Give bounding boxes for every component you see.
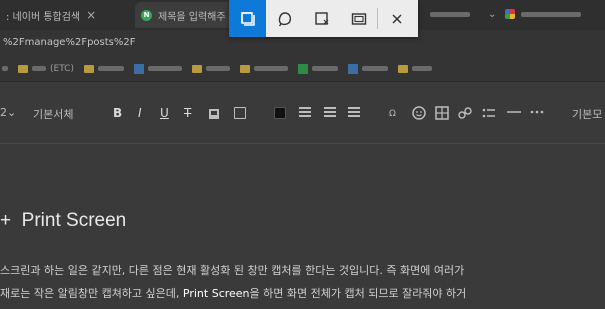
bookmark-blur	[205, 66, 230, 71]
bookmark-blur	[32, 66, 46, 71]
bookmark-item[interactable]	[347, 63, 388, 74]
special-chars-icon[interactable]: Ω	[389, 106, 403, 121]
editor-toolbar: 2⌄ 기본서체 B I U T Ω 기본모	[0, 97, 605, 131]
rectangle-snip-icon	[240, 11, 255, 26]
close-snip-button[interactable]	[378, 0, 415, 37]
font-size-value: 2	[0, 106, 7, 119]
folder-icon	[191, 64, 202, 73]
bookmark-blur	[147, 66, 182, 71]
section-heading: + Print Screen	[0, 210, 126, 232]
link-icon[interactable]	[458, 106, 472, 123]
blurred-tab-title	[430, 11, 470, 17]
tab-title: : 네이버 통합검색	[6, 11, 81, 23]
bookmark-blur	[97, 66, 124, 71]
bookmark-blur	[411, 66, 432, 71]
background-color-icon[interactable]	[234, 107, 246, 122]
more-options-icon[interactable]	[530, 106, 544, 121]
heading-bullet: +	[0, 210, 12, 231]
snip-toolbar	[229, 0, 418, 37]
tab-favicon-icon: N	[141, 9, 152, 21]
window-snip-icon	[314, 11, 328, 25]
bookmark-item[interactable]	[297, 63, 338, 74]
bookmark-blur	[361, 66, 388, 71]
print-screen-term: Print Screen	[182, 287, 250, 300]
emoji-icon[interactable]	[412, 106, 426, 123]
bookmark-folder[interactable]	[239, 64, 288, 73]
folder-icon	[397, 64, 408, 73]
font-color-icon[interactable]	[209, 108, 219, 122]
bookmark-folder[interactable]	[191, 64, 230, 73]
bookmark-item[interactable]	[133, 63, 182, 74]
tab-blurred-group	[430, 4, 470, 24]
tab-naver-search[interactable]: : 네이버 통합검색 ×	[0, 2, 135, 28]
align-justify-icon[interactable]	[348, 107, 360, 122]
bookmark-folder[interactable]	[397, 64, 432, 73]
italic-button[interactable]: I	[138, 106, 142, 120]
bookmark-favicon-icon	[347, 63, 358, 74]
folder-icon	[18, 64, 28, 73]
paragraph-line-1: 스크린과 하는 일은 같지만, 다른 점은 현재 활성화 된 창만 캡처를 한다…	[0, 264, 465, 277]
fullscreen-snip-icon	[351, 12, 366, 25]
align-center-icon[interactable]	[299, 107, 311, 122]
toolbar-divider	[0, 143, 605, 144]
bookmark-folder[interactable]	[83, 64, 124, 73]
tab-close-icon[interactable]: ×	[86, 8, 96, 22]
window-snip-button[interactable]	[303, 0, 340, 37]
freeform-snip-icon	[278, 11, 291, 26]
bullet-list-icon[interactable]	[482, 107, 496, 122]
paragraph-style-select[interactable]: 기본모	[572, 106, 602, 122]
tab-list-icon[interactable]: ⌄	[488, 4, 496, 24]
folder-icon	[239, 64, 250, 73]
para2-start: 재로는 작은 알림창만 캡쳐하고 싶은데,	[0, 287, 183, 300]
bookmark-folder-etc[interactable]: (ETC)	[18, 64, 74, 74]
bookmark-blur	[253, 66, 288, 71]
rectangle-snip-button[interactable]	[229, 0, 266, 37]
underline-button[interactable]: U	[160, 106, 169, 120]
para2-end: 을 하면 화면 전체가 캡처 되므로 잘라줘야 하거	[249, 287, 467, 300]
freeform-snip-button[interactable]	[266, 0, 303, 37]
folder-icon	[83, 64, 94, 73]
google-favicon-icon	[505, 9, 515, 19]
font-size-select[interactable]: 2⌄	[0, 106, 16, 119]
blurred-tab-title	[521, 11, 581, 17]
bold-button[interactable]: B	[113, 106, 122, 120]
close-icon	[391, 13, 402, 24]
paragraph-line-2: 재로는 작은 알림창만 캡쳐하고 싶은데, Print Screen을 하면 화…	[0, 285, 466, 301]
url-text: %2Fmanage%2Fposts%2F	[3, 37, 136, 48]
fullscreen-snip-button[interactable]	[340, 0, 377, 37]
tab-blurred-right	[505, 4, 581, 24]
bookmark-favicon-icon	[133, 63, 144, 74]
bookmark-item[interactable]	[2, 66, 8, 71]
font-family-select[interactable]: 기본서체	[33, 106, 73, 122]
table-icon[interactable]	[435, 106, 449, 123]
bookmark-blur	[311, 66, 338, 71]
bookmark-blur	[2, 66, 8, 71]
bookmarks-bar: (ETC)	[0, 56, 605, 82]
heading-text: Print Screen	[21, 210, 127, 231]
strikethrough-button[interactable]: T	[184, 106, 191, 120]
bookmark-label: (ETC)	[50, 63, 74, 74]
align-right-icon[interactable]	[324, 107, 336, 122]
align-left-icon[interactable]	[274, 107, 286, 122]
tab-title: 제목을 입력해주	[158, 11, 226, 23]
bookmark-favicon-icon	[297, 63, 308, 74]
horizontal-rule-icon[interactable]	[507, 106, 521, 121]
svg-text:Ω: Ω	[389, 109, 396, 118]
tab-post-editor[interactable]: N 제목을 입력해주	[135, 2, 235, 28]
